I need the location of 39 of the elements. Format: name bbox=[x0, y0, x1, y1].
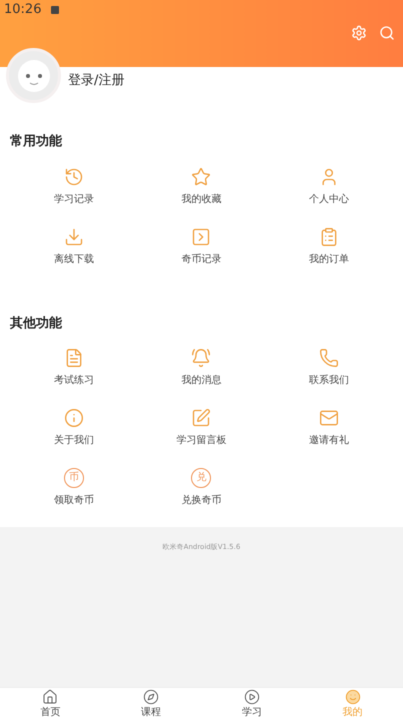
clipboard-icon bbox=[319, 226, 340, 246]
edit-icon bbox=[191, 408, 212, 428]
nav-tab[interactable]: 课程 bbox=[100, 688, 202, 720]
avatar-silhouette-icon bbox=[16, 58, 52, 94]
phone-icon bbox=[319, 348, 340, 368]
feature-item[interactable]: 学习留言板 bbox=[138, 408, 266, 452]
login-register-link[interactable]: 登录/注册 bbox=[68, 71, 124, 90]
bell-icon bbox=[191, 348, 212, 368]
download-icon bbox=[64, 226, 84, 246]
info-icon bbox=[64, 408, 84, 428]
feature-item[interactable]: 我的订单 bbox=[265, 226, 393, 270]
section-title: 其他功能 bbox=[10, 314, 63, 332]
feature-item[interactable]: 我的收藏 bbox=[138, 166, 266, 210]
section-title: 常用功能 bbox=[10, 133, 63, 151]
feature-item[interactable]: 个人中心 bbox=[265, 166, 393, 210]
star-icon bbox=[191, 166, 212, 186]
feature-item[interactable]: 兑 兑换奇币 bbox=[138, 468, 266, 512]
feature-item[interactable]: 奇币记录 bbox=[138, 226, 266, 270]
play-icon bbox=[244, 688, 260, 704]
feature-item[interactable]: 我的消息 bbox=[138, 348, 266, 392]
feature-item[interactable]: 考试练习 bbox=[10, 348, 138, 392]
coin-icon: 兑 bbox=[191, 468, 212, 488]
coin-icon: 币 bbox=[64, 468, 84, 488]
nav-tab[interactable]: 首页 bbox=[0, 688, 101, 720]
nav-tab[interactable]: 学习 bbox=[202, 688, 302, 720]
smiley-icon bbox=[344, 688, 361, 704]
status-time: 10:26 bbox=[4, 1, 42, 20]
feature-item[interactable]: 币 领取奇币 bbox=[10, 468, 138, 512]
house-icon bbox=[42, 688, 58, 704]
feature-item[interactable]: 邀请有礼 bbox=[265, 408, 393, 452]
feature-item[interactable]: 离线下载 bbox=[10, 226, 138, 270]
settings-button[interactable] bbox=[351, 25, 367, 41]
search-button[interactable] bbox=[379, 25, 395, 41]
clock-icon bbox=[64, 166, 84, 186]
feature-item[interactable]: 关于我们 bbox=[10, 408, 138, 452]
envelope-icon bbox=[319, 408, 340, 428]
feature-item[interactable]: 学习记录 bbox=[10, 166, 138, 210]
compass-icon bbox=[143, 688, 160, 704]
feature-item[interactable]: 联系我们 bbox=[265, 348, 393, 392]
